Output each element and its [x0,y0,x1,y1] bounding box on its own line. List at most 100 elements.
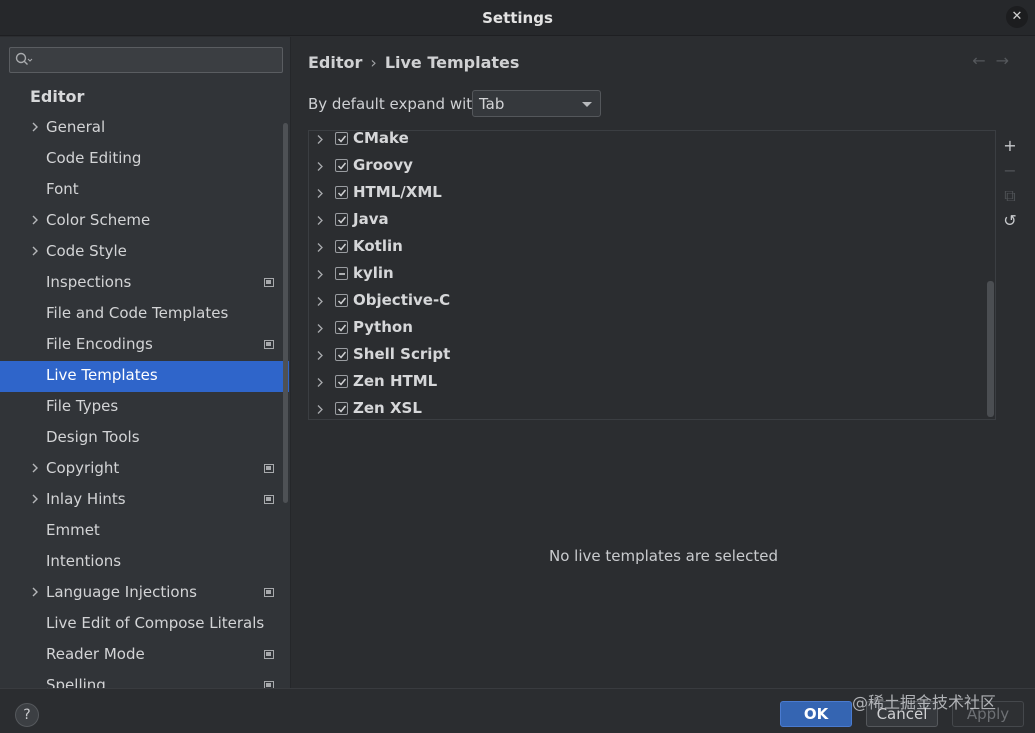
chevron-right-icon[interactable] [30,462,40,474]
empty-selection-message: No live templates are selected [548,547,778,565]
expand-with-select[interactable]: Tab [472,90,601,117]
chevron-right-icon[interactable] [316,188,324,199]
sidebar-item-file-and-code-templates[interactable]: File and Code Templates [0,299,290,330]
sidebar-item-inlay-hints[interactable]: Inlay Hints [0,485,290,516]
sidebar-item-file-types[interactable]: File Types [0,392,290,423]
sidebar-item-file-encodings[interactable]: File Encodings [0,330,290,361]
forward-arrow-icon[interactable]: → [996,51,1019,70]
sidebar-item-label: Code Editing [46,149,142,167]
add-button[interactable]: + [998,133,1022,158]
template-group-row[interactable]: Shell Script [309,342,979,369]
chevron-right-icon[interactable] [316,296,324,307]
checkbox[interactable] [335,240,348,253]
remove-button[interactable]: − [998,158,1022,183]
sidebar-item-code-style[interactable]: Code Style [0,237,290,268]
close-icon: ✕ [1011,9,1023,24]
help-icon: ? [23,707,31,723]
sidebar-scrollbar[interactable] [283,123,288,503]
sidebar-item-code-editing[interactable]: Code Editing [0,144,290,175]
sidebar-item-label: Copyright [46,459,120,477]
breadcrumb-parent[interactable]: Editor [308,53,362,72]
sidebar-item-label: Live Templates [46,366,158,384]
checkbox[interactable] [335,294,348,307]
template-group-row[interactable]: kylin [309,261,979,288]
close-button[interactable]: ✕ [1006,6,1028,28]
template-group-name: Python [353,318,413,336]
chevron-right-icon[interactable] [316,269,324,280]
main-panel: Editor › Live Templates ←→ By default expa… [292,37,1035,688]
sidebar-item-reader-mode[interactable]: Reader Mode [0,640,290,671]
chevron-right-icon[interactable] [316,377,324,388]
search-input[interactable] [9,47,283,73]
chevron-right-icon[interactable] [30,121,40,133]
sidebar-item-live-templates[interactable]: Live Templates [0,361,289,392]
chevron-right-icon[interactable] [316,323,324,334]
project-settings-icon [264,464,274,473]
sidebar-item-inspections[interactable]: Inspections [0,268,290,299]
project-settings-icon [264,588,274,597]
checkbox[interactable] [335,213,348,226]
template-group-row[interactable]: Zen HTML [309,369,979,396]
sidebar-item-intentions[interactable]: Intentions [0,547,290,578]
template-group-name: Zen HTML [353,372,438,390]
sidebar-item-live-edit-of-compose-literals[interactable]: Live Edit of Compose Literals [0,609,290,640]
help-button[interactable]: ? [15,703,39,727]
breadcrumb: Editor › Live Templates [308,53,519,72]
chevron-right-icon[interactable] [316,404,324,415]
template-group-name: Zen XSL [353,399,422,417]
chevron-right-icon[interactable] [30,493,40,505]
template-group-row[interactable]: Kotlin [309,234,979,261]
project-settings-icon [264,278,274,287]
sidebar-item-label: Intentions [46,552,122,570]
expand-with-label: By default expand with [308,95,482,113]
sidebar-item-label: Inlay Hints [46,490,126,508]
sidebar-item-label: Spelling [46,676,106,688]
chevron-right-icon[interactable] [316,161,324,172]
title-bar: Settings ✕ [0,0,1035,36]
template-group-row[interactable]: Zen XSL [309,396,979,419]
sidebar-item-design-tools[interactable]: Design Tools [0,423,290,454]
chevron-right-icon[interactable] [316,215,324,226]
template-group-row[interactable]: Groovy [309,153,979,180]
checkbox[interactable] [335,321,348,334]
template-group-row[interactable]: Java [309,207,979,234]
template-group-name: HTML/XML [353,183,442,201]
ok-button[interactable]: OK [780,701,852,727]
template-group-row[interactable]: Objective-C [309,288,979,315]
sidebar-item-language-injections[interactable]: Language Injections [0,578,290,609]
checkbox[interactable] [335,132,348,145]
template-group-row[interactable]: CMake [309,131,979,153]
dialog-footer: ? OK Cancel Apply @稀土掘金技术社区 [0,688,1035,733]
chevron-right-icon[interactable] [316,242,324,253]
chevron-right-icon[interactable] [30,586,40,598]
checkbox[interactable] [335,186,348,199]
checkbox[interactable] [335,402,348,415]
template-group-row[interactable]: HTML/XML [309,180,979,207]
tree-scrollbar[interactable] [987,281,994,417]
sidebar-item-label: Code Style [46,242,127,260]
template-group-row[interactable]: Python [309,315,979,342]
sidebar-item-label: Reader Mode [46,645,145,663]
checkbox[interactable] [335,375,348,388]
sidebar-item-copyright[interactable]: Copyright [0,454,290,485]
restore-defaults-button[interactable]: ↺ [998,208,1022,233]
sidebar-item-emmet[interactable]: Emmet [0,516,290,547]
project-settings-icon [264,681,274,688]
sidebar-item-general[interactable]: General [0,113,290,144]
chevron-right-icon[interactable] [30,245,40,257]
copy-button[interactable]: ⧉ [998,183,1022,208]
sidebar-item-spelling[interactable]: Spelling [0,671,290,688]
checkbox[interactable] [335,159,348,172]
sidebar-item-label: Language Injections [46,583,197,601]
chevron-right-icon[interactable] [316,134,324,145]
checkbox[interactable] [335,348,348,361]
sidebar-item-color-scheme[interactable]: Color Scheme [0,206,290,237]
search-icon [15,52,33,65]
project-settings-icon [264,340,274,349]
partial-checkbox[interactable] [335,267,348,280]
sidebar-item-font[interactable]: Font [0,175,290,206]
chevron-right-icon[interactable] [316,350,324,361]
back-arrow-icon[interactable]: ← [972,51,995,70]
chevron-right-icon[interactable] [30,214,40,226]
sidebar-item-label: General [46,118,106,136]
